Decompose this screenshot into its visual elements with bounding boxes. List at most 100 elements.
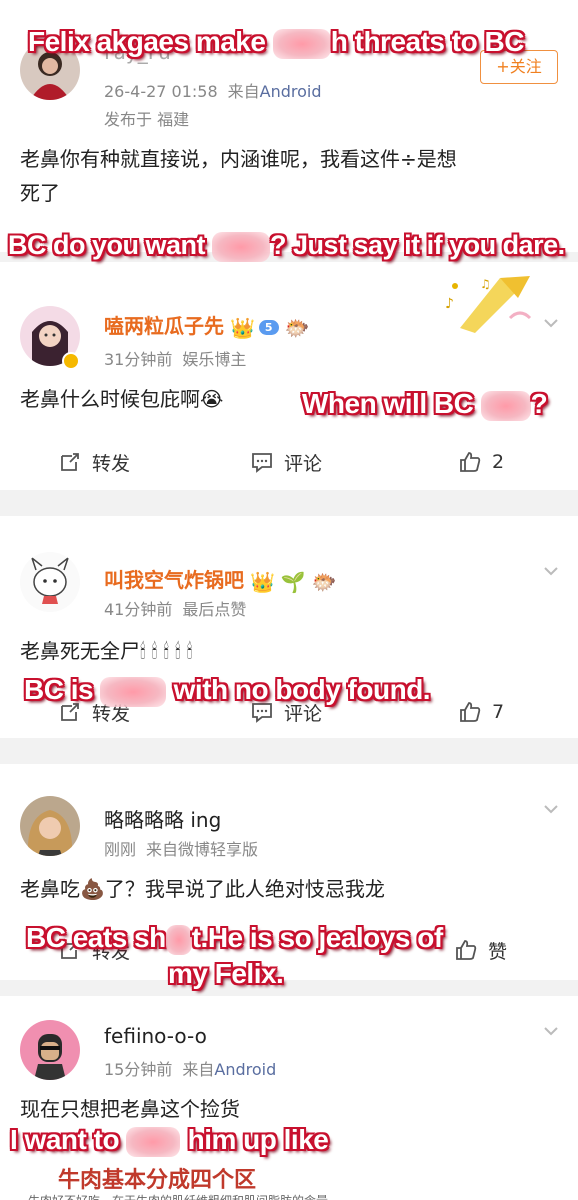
divider — [0, 490, 578, 516]
vip-level-badge: 5 — [258, 320, 279, 335]
caption-text: When will BC — [302, 388, 474, 419]
caption-overlay-5a: BC eats sh t.He is so jealoys of — [26, 922, 443, 955]
username[interactable]: 嗑两粒瓜子先 👑 5 🐡 — [104, 310, 309, 340]
caption-text: my Felix. — [168, 958, 284, 989]
caption-text: h threats to BC — [330, 26, 525, 57]
like-label: 赞 — [488, 940, 508, 963]
censor-blur — [480, 390, 531, 421]
candle-emoji-icons: 🕯🕯🕯🕯🕯 — [140, 639, 199, 663]
repost-button[interactable]: 转发 — [58, 442, 130, 482]
sprout-badge-icon: 🌱 — [280, 569, 306, 594]
comment-text: 现在只想把老鼻这个捡货 — [20, 1097, 240, 1121]
caption-text: BC eats sh — [26, 922, 166, 953]
pufferfish-badge-icon: 🐡 — [284, 315, 310, 340]
like-button[interactable]: 2 — [458, 442, 504, 482]
username[interactable]: 叫我空气炸锅吧 👑 🌱 🐡 — [104, 564, 337, 594]
caption-overlay-3: When will BC ? — [302, 388, 548, 421]
thumbs-up-icon — [456, 940, 477, 960]
comment-text-content: 老鼻什么时候包庇啊 — [20, 387, 200, 411]
username[interactable]: fefiino-o-o — [104, 1024, 207, 1048]
attached-image-title: 牛肉基本分成四个区 — [58, 1168, 257, 1193]
username[interactable]: 略略略略 ing — [104, 804, 221, 833]
caption-overlay-2: BC do you want ? Just say it if you dare… — [8, 230, 565, 262]
comment-button[interactable]: 评论 — [250, 442, 322, 482]
source-link[interactable]: Android — [214, 1060, 276, 1079]
svg-text:♫: ♫ — [480, 277, 491, 291]
comment-text: 老鼻吃💩了？我早说了此人绝对忮忌我龙 — [20, 872, 385, 906]
caption-overlay-6: I want to him up like — [10, 1124, 329, 1157]
chevron-down-icon[interactable] — [542, 562, 560, 580]
user-avatar[interactable] — [20, 552, 80, 612]
chevron-down-icon[interactable] — [542, 1022, 560, 1040]
post-location: 发布于 福建 — [104, 110, 190, 129]
timestamp: 15分钟前 — [104, 1060, 173, 1079]
divider — [0, 980, 578, 996]
caption-overlay-1: Felix akgaes make h threats to BC — [28, 26, 524, 59]
user-role: 娱乐博主 — [182, 350, 247, 369]
comment-text: 老鼻死无全尸🕯🕯🕯🕯🕯 — [20, 634, 198, 668]
caption-overlay-5b: my Felix. — [168, 958, 284, 990]
censor-blur — [100, 676, 167, 707]
timestamp: 刚刚 — [104, 840, 137, 859]
divider — [0, 738, 578, 764]
caption-text: ? — [530, 388, 548, 419]
timestamp: 31分钟前 — [104, 350, 173, 369]
comment-text-line-1: 老鼻你有种就直接说，内涵谁呢，我看这件÷是想 — [20, 147, 457, 171]
caption-text: BC do you want — [8, 230, 206, 260]
comment-text: 老鼻什么时候包庇啊😭 — [20, 382, 223, 416]
comment-text-after: 了？我早说了此人绝对忮忌我龙 — [104, 877, 385, 901]
source-link[interactable]: Android — [260, 82, 322, 101]
crying-face-emoji-icon: 😭 — [200, 387, 224, 411]
comment-text-content: 老鼻死无全尸 — [20, 639, 140, 663]
timestamp: 26-4-27 01:58 — [104, 82, 218, 101]
like-count: 7 — [492, 701, 505, 723]
timestamp: 41分钟前 — [104, 600, 173, 619]
thumbs-up-icon — [460, 702, 481, 722]
source-prefix: 来自 — [182, 1060, 215, 1079]
comment-meta: 26-4-27 01:58 来自Android — [104, 78, 322, 102]
verified-badge-icon — [62, 352, 80, 370]
chevron-down-icon[interactable] — [542, 800, 560, 818]
svg-text:♪: ♪ — [445, 296, 454, 312]
censor-blur — [272, 28, 331, 59]
censor-blur — [126, 1126, 181, 1157]
decoration-card-icon: ♪ ♫ — [440, 268, 540, 338]
like-button[interactable]: 7 — [458, 692, 504, 732]
censor-blur — [165, 924, 192, 955]
censor-blur — [212, 231, 271, 262]
comment-meta: 31分钟前 娱乐博主 — [104, 346, 246, 370]
username-text: 叫我空气炸锅吧 — [104, 568, 244, 592]
repost-label: 转发 — [92, 452, 131, 475]
like-count: 2 — [492, 451, 505, 473]
crown-badge-icon: 👑 — [250, 569, 275, 594]
caption-overlay-4: BC is with no body found. — [24, 674, 431, 707]
pufferfish-badge-icon: 🐡 — [311, 569, 337, 594]
comment-text-line-2: 死了 — [20, 181, 60, 205]
crown-badge-icon: 👑 — [230, 315, 255, 340]
post-source: 来自微博轻享版 — [146, 840, 259, 859]
poop-emoji-icon: 💩 — [80, 877, 105, 901]
caption-text: Felix akgaes make — [28, 26, 266, 57]
last-liked-status: 最后点赞 — [182, 600, 247, 619]
user-avatar[interactable] — [20, 796, 80, 856]
username-text: 嗑两粒瓜子先 — [104, 314, 224, 338]
caption-text: I want to — [10, 1124, 120, 1155]
user-avatar[interactable] — [20, 1020, 80, 1080]
thumbs-up-icon — [460, 452, 481, 472]
caption-text: ? Just say it if you dare. — [270, 230, 565, 260]
caption-text: t.He is so jealoys of — [191, 922, 443, 953]
attached-image-subtitle: 牛肉好不好吃，在于牛肉的肌纤维粗细和肌间脂肪的含量 — [28, 1192, 328, 1200]
comment-meta: 刚刚 来自微博轻享版 — [104, 836, 258, 860]
like-button[interactable]: 赞 — [454, 930, 507, 970]
comment-label: 评论 — [284, 452, 323, 475]
comment-text: 老鼻你有种就直接说，内涵谁呢，我看这件÷是想 死了 — [20, 142, 457, 210]
chevron-down-icon[interactable] — [542, 314, 560, 332]
source-prefix: 来自 — [227, 82, 260, 101]
comment-meta: 41分钟前 最后点赞 — [104, 596, 246, 620]
caption-text: BC is — [24, 674, 94, 705]
repost-icon — [61, 453, 79, 471]
comment-icon — [252, 453, 272, 473]
comment-text-before: 老鼻吃 — [20, 877, 80, 901]
comment-meta: 15分钟前 来自Android — [104, 1056, 276, 1080]
caption-text: with no body found. — [173, 674, 431, 705]
